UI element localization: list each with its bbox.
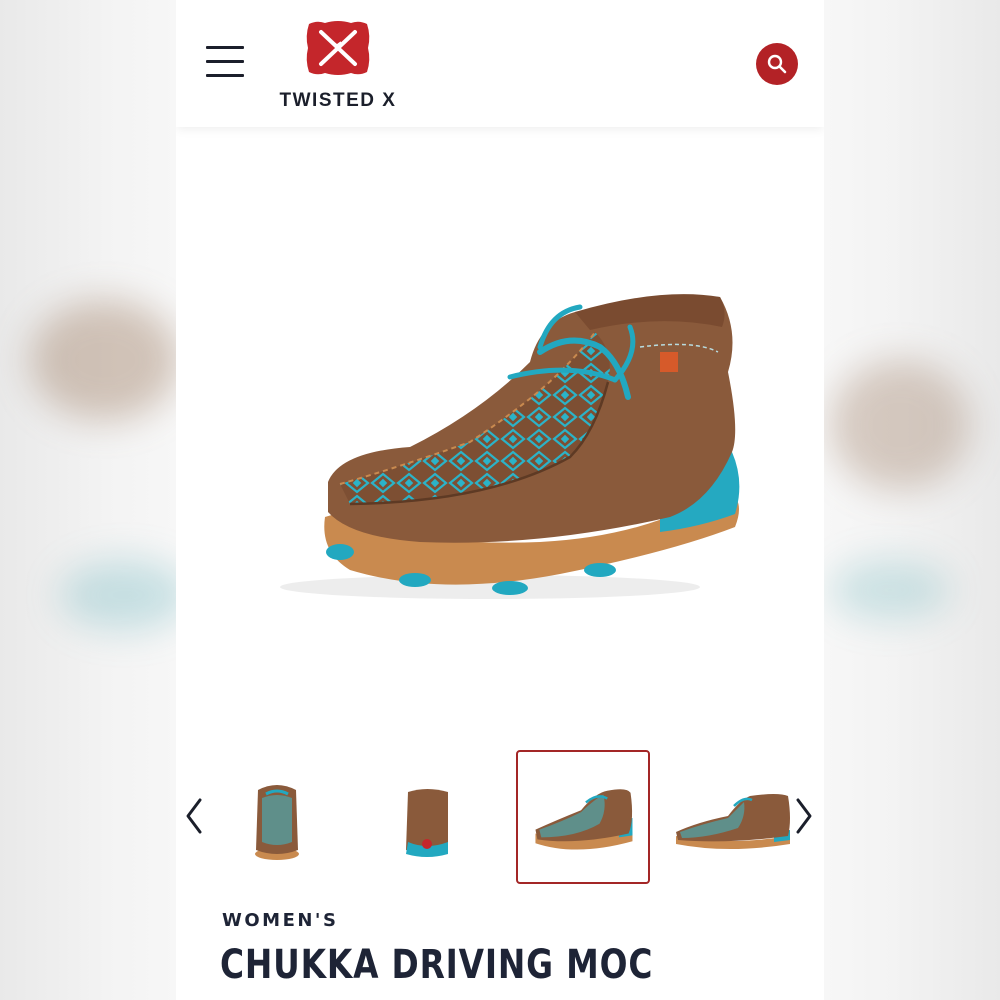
left-blurred-margin [0, 0, 176, 1000]
search-icon [767, 54, 787, 74]
thumbnail-back[interactable] [360, 750, 494, 884]
thumbnail-three-quarter[interactable] [516, 750, 650, 884]
chevron-right-icon [796, 798, 812, 834]
thumbnail-carousel [176, 748, 824, 888]
shoe-three-quarter-thumbnail [535, 789, 633, 850]
product-main-image [176, 127, 824, 737]
site-header: TWISTED X [176, 0, 824, 127]
twisted-x-logo-icon [306, 21, 370, 75]
shoe-back-thumbnail [406, 789, 448, 857]
logo-wordmark: TWISTED X [279, 90, 397, 111]
product-category: WOMEN'S [222, 910, 339, 931]
product-page: TWISTED X WOMEN'S CHUKKA DRIVING MOC [176, 0, 824, 1000]
chevron-left-icon [186, 798, 202, 834]
right-blurred-margin [824, 0, 1000, 1000]
shoe-front-thumbnail [255, 785, 299, 860]
thumbnail-side[interactable] [668, 750, 802, 884]
carousel-prev-button[interactable] [182, 796, 206, 836]
product-title: CHUKKA DRIVING MOC [220, 942, 654, 988]
thumbnail-front[interactable] [210, 750, 344, 884]
shoe-side-thumbnail [676, 794, 790, 849]
shoe-image [280, 294, 740, 599]
search-button[interactable] [756, 43, 798, 85]
carousel-next-button[interactable] [792, 796, 816, 836]
hamburger-menu-icon[interactable] [206, 46, 244, 78]
brand-logo[interactable]: TWISTED X [268, 18, 408, 113]
